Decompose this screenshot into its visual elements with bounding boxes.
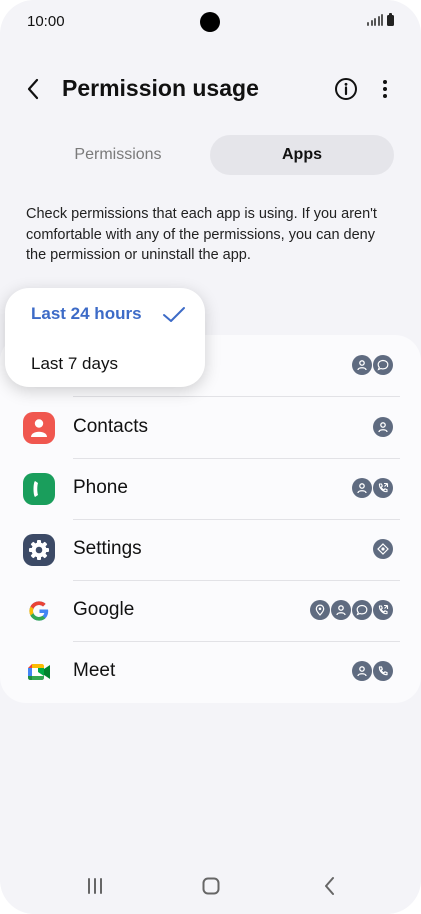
call-log-permission-icon (373, 478, 393, 498)
tab-permissions[interactable]: Permissions (26, 135, 210, 175)
info-icon[interactable] (334, 77, 358, 101)
phone-permission-icon (373, 661, 393, 681)
status-time: 10:00 (27, 13, 65, 30)
call-log-permission-icon (373, 600, 393, 620)
tab-apps[interactable]: Apps (210, 135, 394, 175)
app-bar: Permission usage (0, 60, 421, 120)
list-item-meet[interactable]: Meet (0, 641, 421, 702)
location-permission-icon (310, 600, 330, 620)
settings-app-icon (23, 534, 55, 566)
app-name: Google (73, 599, 135, 620)
app-name: Meet (73, 660, 116, 681)
app-name: Settings (73, 538, 142, 559)
page-title: Permission usage (62, 75, 259, 101)
permission-icons (352, 478, 393, 498)
status-icons (367, 13, 394, 26)
permission-icons (352, 355, 393, 375)
option-last-24-hours[interactable]: Last 24 hours (31, 304, 142, 324)
time-range-dropdown: Last 24 hours Last 7 days (5, 288, 205, 387)
checkmark-icon (162, 305, 186, 325)
contacts-app-icon (23, 412, 55, 444)
message-permission-icon (352, 600, 372, 620)
app-name: Phone (73, 477, 128, 498)
app-name: Contacts (73, 416, 148, 437)
screen: 10:00 Permission usage Permissions Apps … (0, 0, 421, 914)
battery-icon (387, 13, 394, 26)
message-permission-icon (373, 355, 393, 375)
more-vert-icon[interactable] (375, 77, 395, 101)
home-icon[interactable] (201, 876, 221, 901)
contacts-permission-icon (352, 661, 372, 681)
nearby-devices-permission-icon (373, 539, 393, 559)
status-bar: 10:00 (0, 0, 421, 44)
google-app-icon (23, 595, 55, 627)
option-last-7-days[interactable]: Last 7 days (31, 354, 118, 374)
signal-icon (367, 14, 383, 26)
list-item-contacts[interactable]: Contacts (0, 397, 421, 458)
permission-icons (373, 539, 393, 559)
phone-app-icon (23, 473, 55, 505)
permission-icons (310, 600, 393, 620)
description-text: Check permissions that each app is using… (26, 206, 377, 263)
list-item-settings[interactable]: Settings (0, 519, 421, 580)
permission-icons (352, 661, 393, 681)
front-camera (200, 12, 220, 32)
meet-app-icon (23, 656, 55, 688)
list-item-google[interactable]: Google (0, 580, 421, 641)
navigation-bar (0, 860, 421, 914)
permission-icons (373, 417, 393, 437)
back-arrow-icon[interactable] (22, 77, 46, 101)
tab-bar: Permissions Apps (26, 135, 394, 175)
back-nav-icon[interactable] (320, 876, 340, 901)
contacts-permission-icon (373, 417, 393, 437)
contacts-permission-icon (331, 600, 351, 620)
contacts-permission-icon (352, 478, 372, 498)
recents-icon[interactable] (85, 876, 105, 901)
list-item-phone[interactable]: Phone (0, 458, 421, 519)
contacts-permission-icon (352, 355, 372, 375)
app-list: Contacts Phone Settings Google Meet (0, 335, 421, 703)
